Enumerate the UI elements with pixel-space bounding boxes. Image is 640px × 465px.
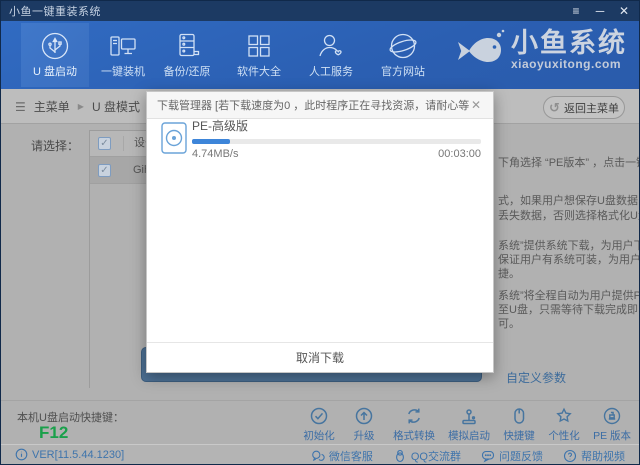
nav-item-official-site[interactable]: 官方网站 bbox=[369, 23, 437, 87]
select-all-checkbox[interactable]: ✓ bbox=[98, 137, 111, 150]
brand-domain: xiaoyuxitong.com bbox=[511, 57, 622, 71]
cancel-download-button[interactable]: 取消下载 bbox=[147, 343, 493, 373]
version-info: VER[11.5.44.1230] bbox=[15, 448, 124, 461]
main-nav: U 盘启动 一键装机 备份/还原 软件大全 人工服务 官方网站 小鱼系统 xia… bbox=[1, 21, 639, 89]
window-controls: ≡ ─ ✕ bbox=[569, 1, 631, 21]
window-menu-icon[interactable]: ≡ bbox=[569, 4, 583, 18]
brand-name: 小鱼系统 bbox=[511, 28, 627, 58]
help-text-fragment: 下角选择 “PE版本” ，点击一键 bbox=[498, 157, 640, 169]
tool-initialize[interactable]: 初始化 bbox=[303, 406, 335, 443]
iso-file-icon bbox=[161, 122, 187, 154]
wechat-icon bbox=[312, 450, 325, 461]
dialog-title: 下载管理器 [若下载速度为0 ，此时程序正在寻找资源，请耐心等候] bbox=[157, 100, 469, 112]
one-key-install-icon bbox=[110, 36, 136, 56]
download-manager-dialog: 下载管理器 [若下载速度为0 ，此时程序正在寻找资源，请耐心等候] ✕ PE-高… bbox=[146, 91, 494, 373]
tool-hotkey[interactable]: 快捷键 bbox=[503, 406, 535, 443]
download-progress-bar bbox=[192, 139, 481, 144]
personalize-star-icon bbox=[556, 407, 572, 423]
back-button-label: 返回主菜单 bbox=[563, 102, 619, 115]
link-feedback[interactable]: 问题反馈 bbox=[481, 448, 543, 464]
nav-item-one-key-install[interactable]: 一键装机 bbox=[89, 23, 157, 87]
pe-version-icon bbox=[603, 407, 621, 425]
custom-params-link[interactable]: 自定义参数 bbox=[506, 369, 566, 386]
format-convert-icon bbox=[408, 408, 420, 424]
hotkey-mouse-icon bbox=[514, 408, 525, 424]
breadcrumb-separator-icon: ▶ bbox=[77, 102, 84, 111]
download-eta: 00:03:00 bbox=[438, 148, 481, 160]
breadcrumb-current: U 盘模式 bbox=[91, 100, 140, 114]
usb-boot-icon bbox=[41, 32, 69, 60]
fish-logo-icon bbox=[458, 29, 505, 62]
tool-bar: 初始化 升级 格式转换 模拟启动 快捷键 个性化 PE 版本 bbox=[303, 406, 631, 443]
app-window: 小鱼一键重装系统 ≡ ─ ✕ U 盘启动 一键装机 备份/还原 软件大全 人工服… bbox=[0, 0, 640, 465]
tool-format-convert[interactable]: 格式转换 bbox=[393, 406, 435, 443]
nav-label: 软件大全 bbox=[237, 66, 281, 78]
nav-label: 备份/还原 bbox=[163, 66, 211, 78]
brand-logo: 小鱼系统 xiaoyuxitong.com bbox=[453, 27, 627, 73]
link-wechat-support[interactable]: 微信客服 bbox=[311, 448, 373, 464]
nav-item-software-grid[interactable]: 软件大全 bbox=[225, 23, 293, 87]
window-title: 小鱼一键重装系统 bbox=[9, 6, 101, 18]
upgrade-arrow-icon bbox=[355, 407, 373, 425]
title-bar: 小鱼一键重装系统 ≡ ─ ✕ bbox=[1, 1, 639, 21]
close-icon[interactable]: ✕ bbox=[617, 4, 631, 18]
bottom-panel: 本机U盘启动快捷键： F12 初始化 升级 格式转换 模拟启动 快捷键 个性化 … bbox=[1, 400, 639, 444]
help-question-icon bbox=[563, 449, 577, 463]
backup-restore-icon bbox=[179, 33, 200, 57]
link-qq-group[interactable]: QQ交流群 bbox=[393, 448, 461, 464]
simulate-boot-icon bbox=[462, 409, 476, 425]
help-text-fragment: 式，如果用户想保存U盘数据，就 bbox=[498, 195, 639, 207]
progress-fill bbox=[192, 139, 230, 144]
dialog-footer: 取消下载 bbox=[147, 342, 493, 373]
info-icon bbox=[15, 448, 28, 461]
tool-pe-version[interactable]: PE 版本 bbox=[593, 406, 631, 443]
nav-item-human-service[interactable]: 人工服务 bbox=[297, 23, 365, 87]
download-speed: 4.74MB/s bbox=[192, 148, 239, 160]
link-help-video[interactable]: 帮助视频 bbox=[563, 448, 625, 464]
tool-upgrade[interactable]: 升级 bbox=[348, 406, 380, 443]
nav-label: 人工服务 bbox=[309, 66, 353, 78]
nav-label: U 盘启动 bbox=[33, 66, 77, 78]
back-arrow-icon: ↺ bbox=[549, 99, 560, 115]
hotkey-label: 本机U盘启动快捷键： bbox=[17, 412, 124, 424]
help-text-fragment: 捷。 bbox=[498, 268, 520, 280]
tool-simulate-boot[interactable]: 模拟启动 bbox=[448, 406, 490, 443]
nav-item-backup-restore[interactable]: 备份/还原 bbox=[153, 23, 221, 87]
software-grid-icon bbox=[248, 35, 270, 57]
menu-list-icon: ☰ bbox=[15, 99, 26, 114]
back-to-main-menu-button[interactable]: ↺ 返回主菜单 bbox=[543, 96, 625, 119]
help-text-fragment: 可。 bbox=[498, 318, 520, 330]
qq-icon bbox=[395, 449, 404, 463]
device-checkbox[interactable]: ✓ bbox=[98, 163, 111, 177]
help-text-fragment: 丢失数据，否则选择格式化U盘 bbox=[498, 210, 640, 222]
tool-personalize[interactable]: 个性化 bbox=[548, 406, 580, 443]
breadcrumb: ☰ 主菜单 ▶ U 盘模式 bbox=[15, 98, 140, 115]
hotkey-value: F12 bbox=[39, 423, 69, 442]
init-check-icon bbox=[310, 407, 328, 425]
breadcrumb-root[interactable]: 主菜单 bbox=[34, 98, 70, 115]
download-item-name: PE-高级版 bbox=[192, 119, 249, 133]
nav-label: 一键装机 bbox=[101, 66, 145, 78]
select-label: 请选择： bbox=[31, 139, 80, 153]
feedback-bubble-icon bbox=[481, 450, 495, 463]
support-links: 微信客服 QQ交流群 问题反馈 帮助视频 bbox=[311, 448, 625, 464]
nav-label: 官方网站 bbox=[381, 66, 425, 78]
dialog-header: 下载管理器 [若下载速度为0 ，此时程序正在寻找资源，请耐心等候] ✕ bbox=[147, 92, 493, 119]
version-text: VER[11.5.44.1230] bbox=[32, 448, 125, 461]
minimize-icon[interactable]: ─ bbox=[593, 4, 607, 18]
dialog-close-icon[interactable]: ✕ bbox=[469, 98, 483, 112]
nav-item-usb-boot[interactable]: U 盘启动 bbox=[21, 23, 89, 87]
status-strip: VER[11.5.44.1230] 微信客服 QQ交流群 问题反馈 帮助视频 bbox=[1, 444, 639, 464]
human-service-icon bbox=[319, 34, 342, 57]
official-site-icon bbox=[389, 33, 417, 59]
